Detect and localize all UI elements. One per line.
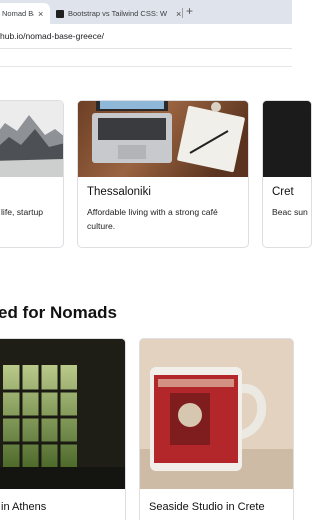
card-title: Thessaloniki — [87, 186, 151, 198]
page-navbar — [0, 49, 292, 67]
misty-mountains-photo — [0, 101, 63, 177]
browser-tab-bar: Nomad Base Greece × Bootstrap vs Tailwin… — [0, 0, 292, 24]
city-card[interactable]: life, startup — [0, 100, 64, 248]
card-image — [0, 339, 125, 489]
card-title: Seaside Studio in Crete — [149, 501, 265, 513]
card-text: life, startup — [1, 207, 44, 217]
card-image — [78, 101, 248, 177]
red-mug-photo — [140, 339, 293, 489]
city-card[interactable]: Cret Beac sunsa — [262, 100, 312, 248]
laptop-desk-photo — [78, 101, 248, 177]
tab-bootstrap-vs-tailwind[interactable]: Bootstrap vs Tailwind CSS: W × — [52, 3, 182, 24]
card-title: in Athens — [1, 501, 47, 513]
window-greenery-photo — [0, 339, 125, 489]
close-tab-icon[interactable]: × — [38, 9, 43, 19]
city-card[interactable]: Thessaloniki Affordable living with a st… — [77, 100, 249, 248]
card-title: Cret — [272, 186, 294, 198]
favicon-icon — [56, 9, 64, 18]
listing-card[interactable]: Seaside Studio in Crete — [139, 338, 294, 520]
address-bar[interactable]: hub.io/nomad-base-greece/ — [0, 24, 292, 49]
close-tab-icon[interactable]: × — [176, 9, 181, 19]
tab-nomad-base-greece[interactable]: Nomad Base Greece × — [0, 3, 50, 24]
new-tab-icon[interactable]: + — [186, 4, 193, 18]
card-text: Affordable living with a strong café cul… — [87, 207, 218, 231]
card-image — [0, 101, 63, 177]
url-text[interactable]: hub.io/nomad-base-greece/ — [0, 31, 104, 41]
section-title: ed for Nomads — [0, 303, 118, 322]
card-text: Beac sunsa — [272, 207, 308, 217]
card-image — [263, 101, 311, 177]
tab-separator — [182, 8, 183, 18]
listing-card[interactable]: in Athens — [0, 338, 126, 520]
dark-photo — [263, 101, 311, 177]
tab-label: Bootstrap vs Tailwind CSS: W — [68, 9, 168, 18]
card-image — [140, 339, 293, 489]
tab-label: Nomad Base Greece — [2, 9, 34, 18]
